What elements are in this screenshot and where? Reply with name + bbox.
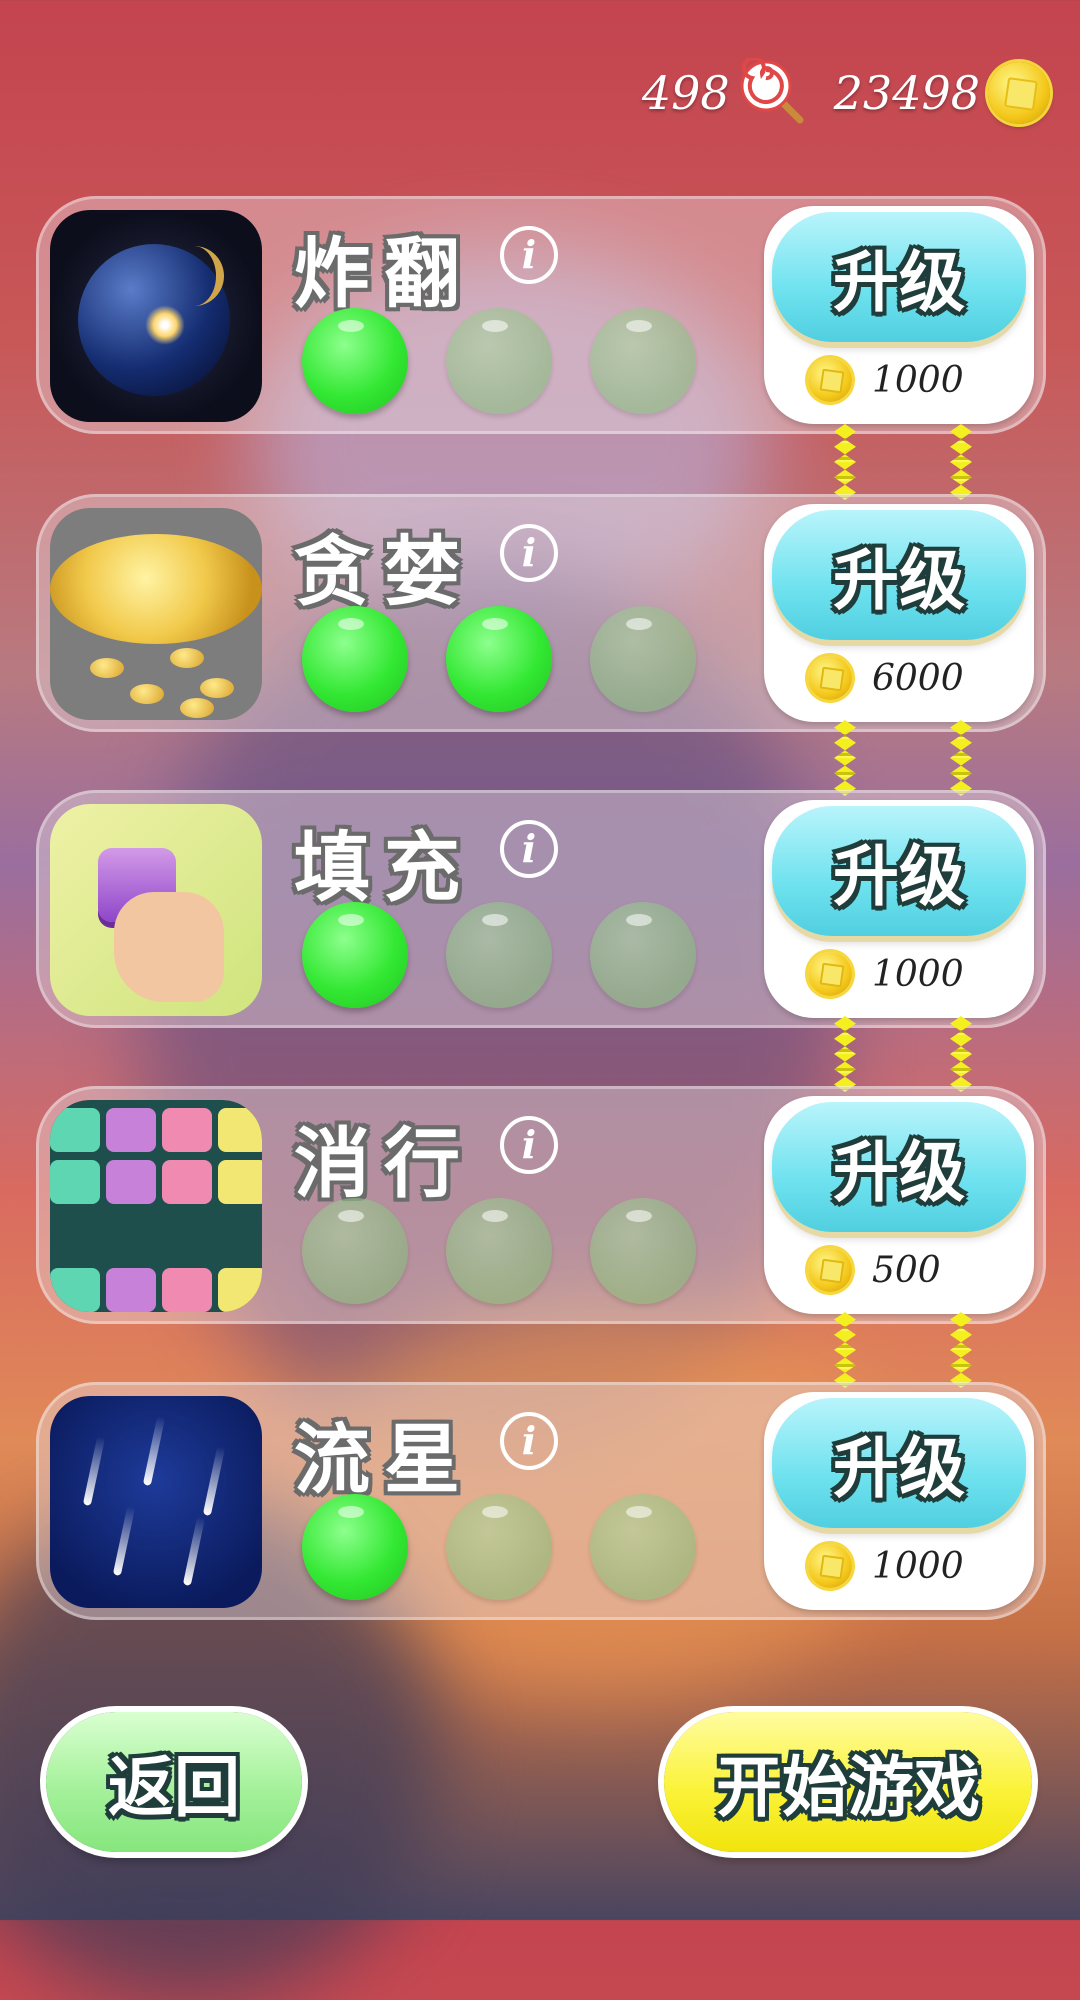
price-value: 1000 <box>872 359 964 401</box>
upgrade-button[interactable]: 升级 <box>772 1102 1026 1232</box>
level-indicator <box>302 1198 696 1304</box>
coin-icon <box>808 1248 852 1292</box>
level-indicator <box>302 606 696 712</box>
back-button[interactable]: 返回 <box>46 1712 302 1852</box>
upgrade-price: 500 <box>808 1248 941 1292</box>
info-icon[interactable]: i <box>500 1116 558 1174</box>
coin-icon <box>988 62 1050 124</box>
price-value: 1000 <box>872 953 964 995</box>
coin-icon <box>808 656 852 700</box>
level-dot-empty <box>446 308 552 414</box>
skill-name: 炸翻 <box>294 229 474 318</box>
level-indicator <box>302 902 696 1008</box>
upgrade-price: 1000 <box>808 1544 964 1588</box>
level-dot-empty <box>446 902 552 1008</box>
level-dot-filled <box>302 606 408 712</box>
level-indicator <box>302 308 696 414</box>
skill-card-meteor: 流星 i 升级 1000 <box>36 1382 1046 1620</box>
info-icon[interactable]: i <box>500 524 558 582</box>
lollipop-icon <box>738 56 808 128</box>
chain-decoration <box>950 424 972 500</box>
candy-count: 498 <box>641 66 730 120</box>
level-dot-empty <box>446 1198 552 1304</box>
level-dot-filled <box>302 902 408 1008</box>
coin-icon <box>808 952 852 996</box>
level-dot-empty <box>590 902 696 1008</box>
upgrade-panel: 升级 6000 <box>764 504 1034 722</box>
level-dot-empty <box>590 308 696 414</box>
coin-counter: 23498 <box>834 62 1050 124</box>
gold-coins-image <box>50 508 262 720</box>
clear-row-image <box>50 1100 262 1312</box>
skill-name: 流星 <box>294 1415 474 1504</box>
upgrade-price: 1000 <box>808 952 964 996</box>
level-dot-empty <box>302 1198 408 1304</box>
coin-icon <box>808 358 852 402</box>
level-dot-filled <box>302 308 408 414</box>
skill-name: 填充 <box>294 823 474 912</box>
meteor-image <box>50 1396 262 1608</box>
level-indicator <box>302 1494 696 1600</box>
upgrade-button[interactable]: 升级 <box>772 806 1026 936</box>
upgrade-panel: 升级 1000 <box>764 800 1034 1018</box>
info-icon[interactable]: i <box>500 226 558 284</box>
start-game-button[interactable]: 开始游戏 <box>664 1712 1032 1852</box>
coin-count: 23498 <box>833 66 980 120</box>
upgrade-price: 6000 <box>808 656 964 700</box>
level-dot-filled <box>302 1494 408 1600</box>
level-dot-filled <box>446 606 552 712</box>
info-icon[interactable]: i <box>500 1412 558 1470</box>
skill-card-greedy: 贪婪 i 升级 6000 <box>36 494 1046 732</box>
skill-name: 贪婪 <box>294 527 474 616</box>
price-value: 500 <box>872 1249 941 1291</box>
price-value: 6000 <box>872 657 964 699</box>
coin-icon <box>808 1544 852 1588</box>
upgrade-button[interactable]: 升级 <box>772 510 1026 640</box>
level-dot-empty <box>590 1494 696 1600</box>
bomb-image <box>50 210 262 422</box>
price-value: 1000 <box>872 1545 964 1587</box>
skill-card-clear-row: 消行 i 升级 500 <box>36 1086 1046 1324</box>
currency-bar: 498 23498 <box>642 48 1050 138</box>
level-dot-empty <box>446 1494 552 1600</box>
skill-name: 消行 <box>294 1119 474 1208</box>
upgrade-button[interactable]: 升级 <box>772 1398 1026 1528</box>
skill-card-fill: 填充 i 升级 1000 <box>36 790 1046 1028</box>
upgrade-panel: 升级 500 <box>764 1096 1034 1314</box>
level-dot-empty <box>590 1198 696 1304</box>
info-icon[interactable]: i <box>500 820 558 878</box>
upgrade-price: 1000 <box>808 358 964 402</box>
skill-card-bomb: 炸翻 i 升级 1000 <box>36 196 1046 434</box>
upgrade-panel: 升级 1000 <box>764 1392 1034 1610</box>
candy-counter: 498 <box>641 56 808 128</box>
upgrade-button[interactable]: 升级 <box>772 212 1026 342</box>
upgrade-panel: 升级 1000 <box>764 206 1034 424</box>
chain-decoration <box>834 424 856 500</box>
fill-block-image <box>50 804 262 1016</box>
level-dot-empty <box>590 606 696 712</box>
